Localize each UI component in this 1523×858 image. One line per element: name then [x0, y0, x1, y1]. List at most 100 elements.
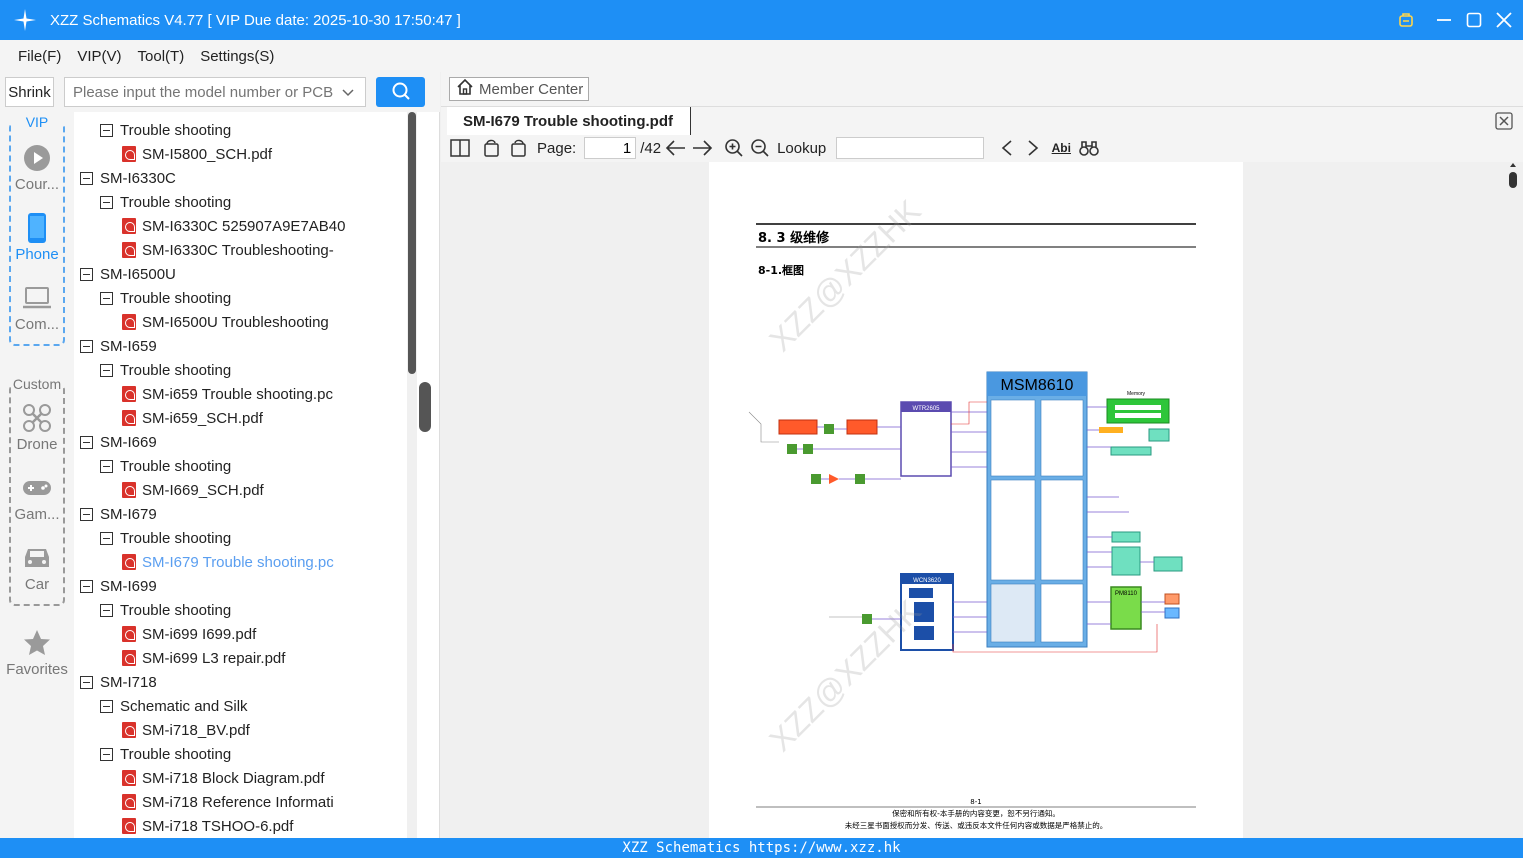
collapse-toggle-icon[interactable] — [100, 123, 113, 137]
menu-vip[interactable]: VIP(V) — [77, 48, 121, 65]
doc-heading: 8. 3 级维修 — [758, 230, 830, 246]
category-car[interactable]: Car — [0, 540, 74, 593]
tree-folder-item[interactable]: Trouble shooting — [100, 526, 231, 550]
document-tab[interactable]: SM-I679 Trouble shooting.pdf — [447, 107, 691, 135]
category-favorites[interactable]: Favorites — [0, 625, 74, 678]
tree-folder-item[interactable]: Trouble shooting — [100, 286, 231, 310]
close-icon[interactable] — [1495, 11, 1513, 29]
chip-pm: PM8110 — [1115, 591, 1138, 597]
tree-folder-item[interactable]: SM-I699 — [80, 574, 157, 598]
chevron-down-icon[interactable] — [340, 84, 356, 100]
menu-tool[interactable]: Tool(T) — [138, 48, 185, 65]
pdf-viewer[interactable]: 8. 3 级维修 8-1.框图 MSM8610 WTR2605 WCN3620 … — [441, 162, 1523, 838]
member-center-button[interactable]: Member Center — [449, 77, 589, 101]
tree-folder-item[interactable]: SM-I669 — [80, 430, 157, 454]
rotate-left-icon[interactable] — [481, 137, 503, 159]
tree-folder-item[interactable]: Trouble shooting — [100, 454, 231, 478]
rotate-right-icon[interactable] — [507, 137, 529, 159]
sidebar-toggle-icon[interactable] — [449, 137, 471, 159]
maximize-icon[interactable] — [1465, 11, 1483, 29]
minimize-icon[interactable] — [1435, 11, 1453, 29]
shrink-button[interactable]: Shrink — [5, 77, 54, 107]
tree-folder-item[interactable]: SM-I659 — [80, 334, 157, 358]
collapse-toggle-icon[interactable] — [80, 267, 93, 281]
category-drone[interactable]: Drone — [0, 400, 74, 453]
gamepad-icon — [0, 470, 74, 506]
tree-file-item[interactable]: SM-I669_SCH.pdf — [122, 478, 264, 502]
tree-file-item[interactable]: SM-i699 L3 repair.pdf — [122, 646, 285, 670]
tree-scrollbar[interactable] — [407, 112, 417, 838]
scrollbar-thumb[interactable] — [408, 112, 416, 374]
tree-file-item[interactable]: SM-i659 Trouble shooting.pc — [122, 382, 333, 406]
match-case-icon[interactable]: Abi — [1048, 137, 1074, 159]
tree-folder-item[interactable]: SM-I6330C — [80, 166, 176, 190]
tree-file-item[interactable]: SM-i718 Block Diagram.pdf — [122, 766, 325, 790]
member-center-label: Member Center — [479, 80, 584, 98]
chip-msm: MSM8610 — [1001, 377, 1074, 394]
tree-item-label: SM-i699 I699.pdf — [142, 625, 257, 643]
lookup-input[interactable] — [836, 137, 985, 159]
collapse-toggle-icon[interactable] — [80, 171, 93, 185]
zoom-out-icon[interactable] — [749, 137, 771, 159]
tree-folder-item[interactable]: SM-I6500U — [80, 262, 176, 286]
collapse-toggle-icon[interactable] — [80, 339, 93, 353]
tree-item-label: SM-i718_BV.pdf — [142, 721, 250, 739]
tree-file-item[interactable]: SM-i718_BV.pdf — [122, 718, 250, 742]
prev-page-icon[interactable] — [665, 137, 687, 159]
viewer-scrollbar[interactable] — [1509, 162, 1517, 838]
collapse-toggle-icon[interactable] — [80, 675, 93, 689]
tree-folder-item[interactable]: SM-I718 — [80, 670, 157, 694]
find-prev-icon[interactable] — [996, 137, 1018, 159]
tree-folder-item[interactable]: Trouble shooting — [100, 190, 231, 214]
category-courses[interactable]: Cour... — [0, 140, 74, 193]
search-button[interactable] — [376, 77, 425, 107]
close-tab-icon[interactable] — [1495, 112, 1513, 130]
collapse-toggle-icon[interactable] — [100, 459, 113, 473]
tree-item-label: Trouble shooting — [120, 601, 232, 619]
search-input[interactable] — [64, 77, 366, 107]
tree-folder-item[interactable]: Trouble shooting — [100, 598, 231, 622]
app-logo-icon — [0, 0, 50, 40]
vip-badge-icon[interactable] — [1397, 11, 1415, 29]
tree-file-item[interactable]: SM-I6330C Troubleshooting- — [122, 238, 334, 262]
collapse-toggle-icon[interactable] — [80, 507, 93, 521]
collapse-toggle-icon[interactable] — [100, 747, 113, 761]
collapse-toggle-icon[interactable] — [100, 363, 113, 377]
tree-file-item[interactable]: SM-I679 Trouble shooting.pc — [122, 550, 334, 574]
tree-file-item[interactable]: SM-i659_SCH.pdf — [122, 406, 263, 430]
tree-folder-item[interactable]: Trouble shooting — [100, 118, 231, 142]
category-game[interactable]: Gam... — [0, 470, 74, 523]
tree-folder-item[interactable]: Schematic and Silk — [100, 694, 248, 718]
tree-file-item[interactable]: SM-i718 Reference Informati — [122, 790, 334, 814]
collapse-toggle-icon[interactable] — [100, 603, 113, 617]
menu-settings[interactable]: Settings(S) — [200, 48, 274, 65]
collapse-toggle-icon[interactable] — [100, 291, 113, 305]
collapse-toggle-icon[interactable] — [100, 195, 113, 209]
panel-splitter-handle[interactable] — [419, 382, 431, 432]
tree-folder-item[interactable]: Trouble shooting — [100, 742, 231, 766]
menu-file[interactable]: File(F) — [18, 48, 61, 65]
find-next-icon[interactable] — [1022, 137, 1044, 159]
tree-folder-item[interactable]: SM-I679 — [80, 502, 157, 526]
page-number-input[interactable] — [584, 137, 637, 159]
category-computer[interactable]: Com... — [0, 280, 74, 333]
window-title: XZZ Schematics V4.77 [ VIP Due date: 202… — [50, 11, 461, 29]
block-diagram: 8. 3 级维修 8-1.框图 MSM8610 WTR2605 WCN3620 … — [748, 193, 1196, 830]
collapse-toggle-icon[interactable] — [80, 435, 93, 449]
tree-item-label: SM-I679 Trouble shooting.pc — [142, 553, 334, 571]
category-phone[interactable]: Phone — [0, 210, 74, 263]
collapse-toggle-icon[interactable] — [80, 579, 93, 593]
zoom-in-icon[interactable] — [723, 137, 745, 159]
tree-file-item[interactable]: SM-I5800_SCH.pdf — [122, 142, 272, 166]
collapse-toggle-icon[interactable] — [100, 531, 113, 545]
tree-file-item[interactable]: SM-i699 I699.pdf — [122, 622, 256, 646]
tree-file-item[interactable]: SM-i718 TSHOO-6.pdf — [122, 814, 293, 838]
tree-file-item[interactable]: SM-I6500U Troubleshooting — [122, 310, 329, 334]
collapse-toggle-icon[interactable] — [100, 699, 113, 713]
next-page-icon[interactable] — [691, 137, 713, 159]
play-icon — [0, 140, 74, 176]
tree-item-label: SM-I669_SCH.pdf — [142, 481, 264, 499]
binoculars-icon[interactable] — [1078, 137, 1100, 159]
tree-folder-item[interactable]: Trouble shooting — [100, 358, 231, 382]
tree-file-item[interactable]: SM-I6330C 525907A9E7AB40 — [122, 214, 345, 238]
